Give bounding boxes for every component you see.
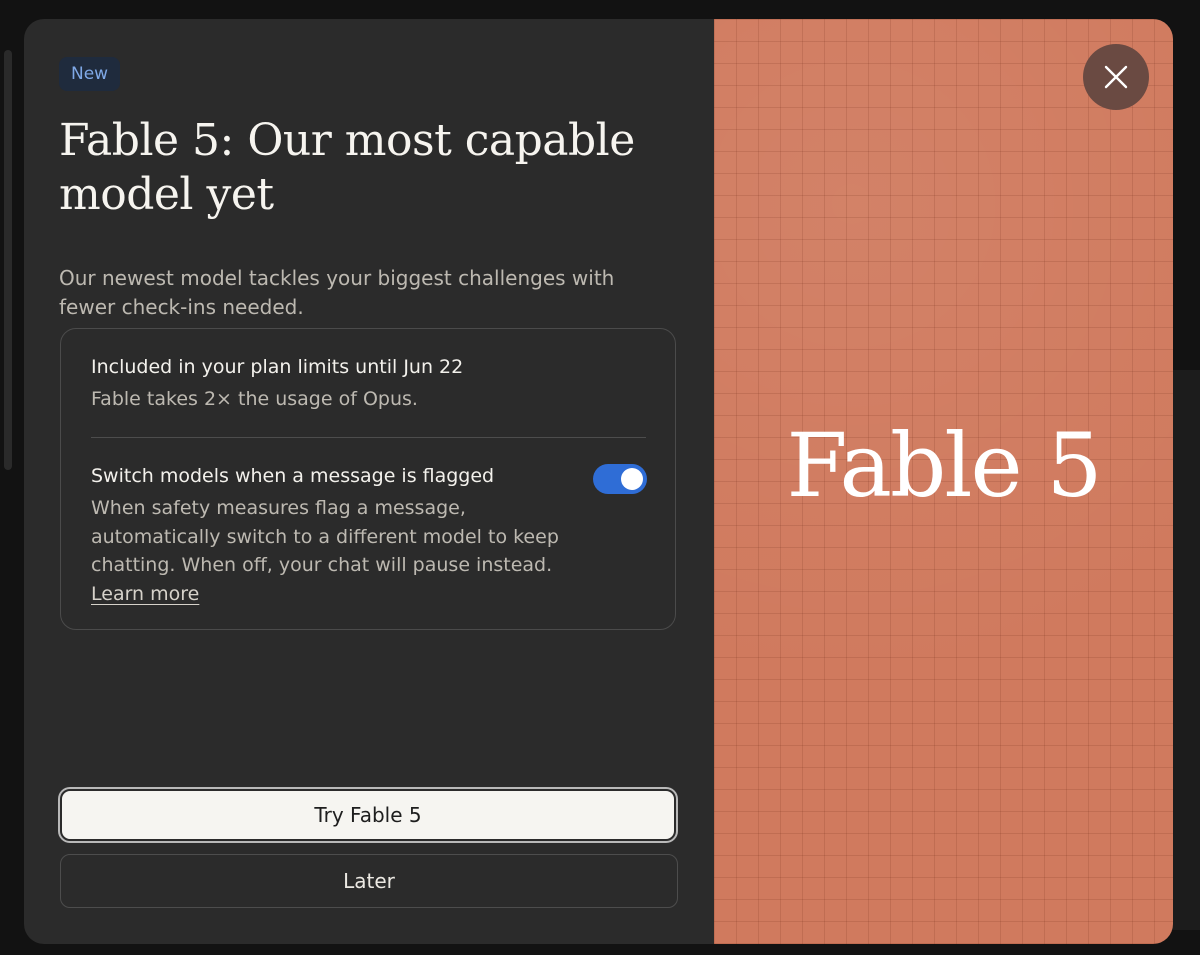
- learn-more-link[interactable]: Learn more: [91, 583, 199, 605]
- later-button[interactable]: Later: [60, 854, 678, 908]
- switch-models-description-text: When safety measures flag a message, aut…: [91, 497, 559, 576]
- close-button[interactable]: [1083, 44, 1149, 110]
- card-divider: [91, 437, 646, 438]
- background-scrollbar: [4, 50, 12, 470]
- modal-content-panel: New Fable 5: Our most capable model yet …: [24, 19, 714, 944]
- hero-title: Fable 5: [786, 414, 1102, 517]
- try-fable-button[interactable]: Try Fable 5: [60, 789, 676, 841]
- switch-models-heading: Switch models when a message is flagged: [91, 465, 495, 487]
- modal-subtitle: Our newest model tackles your biggest ch…: [59, 266, 615, 319]
- plan-limits-heading: Included in your plan limits until Jun 2…: [91, 356, 464, 378]
- fable-announcement-modal: New Fable 5: Our most capable model yet …: [24, 19, 1173, 944]
- modal-title: Fable 5: Our most capable model yet: [59, 115, 635, 220]
- toggle-knob: [621, 468, 643, 490]
- new-badge: New: [59, 57, 121, 91]
- hero-panel: Fable 5: [714, 19, 1173, 944]
- switch-models-toggle[interactable]: [593, 464, 647, 494]
- plan-info-card: Included in your plan limits until Jun 2…: [60, 328, 676, 630]
- close-icon: [1104, 65, 1128, 89]
- plan-usage-text: Fable takes 2× the usage of Opus.: [91, 388, 418, 410]
- switch-models-description: When safety measures flag a message, aut…: [91, 494, 591, 608]
